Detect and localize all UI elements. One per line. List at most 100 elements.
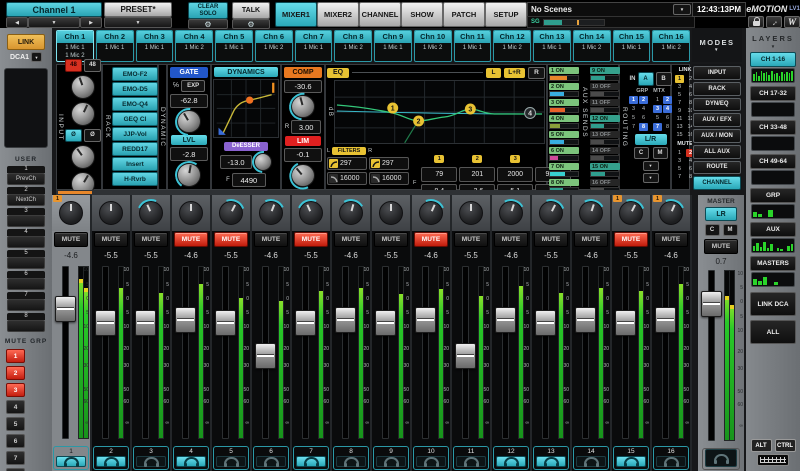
cue-button[interactable] (576, 456, 606, 467)
rack-slot-8[interactable]: H-Rvrb (112, 172, 158, 186)
aux-send-slider[interactable] (590, 75, 620, 81)
fader-track[interactable] (102, 266, 109, 439)
link-pair-5[interactable]: 5 (675, 91, 684, 99)
clock-display[interactable]: 12:43:13PM (692, 2, 746, 17)
master-c-button[interactable]: C (705, 224, 720, 236)
grp-assign-8[interactable]: 8 (639, 123, 648, 131)
channel-tab-9[interactable]: Chn 91 Mic 1 (374, 30, 412, 62)
fader-track[interactable] (502, 266, 509, 439)
mode-channel[interactable]: CHANNEL (693, 176, 741, 190)
aux-send-3[interactable]: 3 ON (549, 99, 579, 113)
mtx-assign-8[interactable]: 8 (663, 123, 672, 131)
mute-button[interactable]: MUTE (494, 232, 528, 247)
channel-tab-3[interactable]: Chn 31 Mic 1 (136, 30, 174, 62)
routing-dropdown-1[interactable]: ▼ (643, 161, 659, 171)
clear-solo-settings-button[interactable]: ⚙ (188, 19, 228, 29)
mute-button[interactable]: MUTE (414, 232, 448, 247)
cue-button[interactable] (496, 456, 526, 467)
mute-assign-3[interactable]: 3 (675, 157, 684, 165)
hpf-left[interactable]: 297 (327, 157, 367, 170)
pan-knob[interactable] (179, 201, 203, 225)
fader-cap[interactable] (295, 310, 316, 336)
link-pair-13[interactable]: 13 (675, 123, 684, 131)
fader-track[interactable] (422, 266, 429, 439)
user-button-3[interactable]: 3 (7, 208, 45, 227)
cue-button[interactable] (256, 456, 286, 467)
mtx-assign-2[interactable]: 2 (663, 96, 672, 104)
mute-group-button-5[interactable]: 5 (6, 417, 25, 431)
gate-threshold-value[interactable]: -62.8 (170, 94, 208, 108)
channel-tab-5[interactable]: Chn 51 Mic 1 (215, 30, 253, 62)
link-pair-9[interactable]: 9 (675, 107, 684, 115)
phase-a-button[interactable]: Ø (65, 129, 82, 142)
deesser-knob[interactable] (254, 153, 272, 171)
cue-button[interactable] (616, 456, 646, 467)
fader-cap[interactable] (655, 307, 676, 333)
pan-knob[interactable] (659, 201, 683, 225)
cue-button[interactable] (336, 456, 366, 467)
mute-group-button-2[interactable]: 2 (6, 366, 25, 380)
channel-next-button[interactable]: ▶ (80, 17, 102, 28)
layer-masters[interactable]: MASTERS (750, 256, 796, 271)
mute-button[interactable]: MUTE (214, 232, 248, 247)
gate-lvl-button[interactable]: LVL (171, 135, 207, 145)
tab-mixer1[interactable]: MIXER1 (275, 2, 317, 27)
aux-send-slider[interactable] (590, 123, 620, 129)
cue-button[interactable] (296, 456, 326, 467)
routing-m-button[interactable]: M (653, 147, 668, 159)
mode-aux-efx[interactable]: AUX / EFX (693, 113, 741, 127)
pan-knob[interactable] (339, 201, 363, 225)
filters-header[interactable]: FILTERS (332, 147, 366, 155)
fader-cap[interactable] (415, 307, 436, 333)
limiter-threshold-value[interactable]: -0.1 (284, 148, 322, 162)
mute-button[interactable]: MUTE (294, 232, 328, 247)
mtx-assign-1[interactable]: 1 (653, 96, 662, 104)
grp-assign-5[interactable]: 5 (629, 114, 638, 122)
user-button-2[interactable]: 2NextCh (7, 187, 45, 206)
clear-solo-button[interactable]: CLEAR SOLO (188, 2, 228, 19)
mtx-assign-5[interactable]: 5 (653, 114, 662, 122)
eq-band-freq-value[interactable]: 79 (421, 167, 457, 182)
aux-send-13[interactable]: 13 OFF (590, 131, 620, 145)
mode-route[interactable]: ROUTE (693, 161, 741, 175)
link-pair-7[interactable]: 7 (675, 99, 684, 107)
eq-graph[interactable]: 1 2 3 4 (334, 80, 545, 144)
aux-send-slider[interactable] (590, 91, 620, 97)
dca-dropdown-icon[interactable]: ▼ (31, 52, 42, 62)
aux-send-6[interactable]: 6 ON (549, 147, 579, 161)
routing-in-a-button[interactable]: A (638, 72, 654, 86)
scene-dropdown-button[interactable]: ▼ (673, 4, 691, 15)
tab-channel[interactable]: CHANNEL (359, 2, 401, 27)
mute-button[interactable]: MUTE (134, 232, 168, 247)
fader-track[interactable] (662, 266, 669, 439)
aux-send-slider[interactable] (549, 155, 579, 161)
hpf-right[interactable]: 297 (369, 157, 409, 170)
deesser-freq-value[interactable]: 4490 (232, 173, 266, 187)
cue-button[interactable] (216, 456, 246, 467)
fader-track[interactable] (222, 266, 229, 439)
rack-slot-5[interactable]: JJP-Vol (112, 127, 158, 141)
aux-send-4[interactable]: 4 ON (549, 115, 579, 129)
rack-slot-3[interactable]: EMO-Q4 (112, 97, 158, 111)
dynamics-graph[interactable] (213, 79, 279, 138)
grp-assign-1[interactable]: 1 (629, 96, 638, 104)
mute-button[interactable]: MUTE (574, 232, 608, 247)
rack-slot-7[interactable]: Insert (112, 157, 158, 171)
grp-assign-3[interactable]: 3 (629, 105, 638, 113)
fader-track[interactable] (182, 266, 189, 439)
mute-button[interactable]: MUTE (454, 232, 488, 247)
pan-knob[interactable] (619, 201, 643, 225)
layer-ch-1-16[interactable]: CH 1-16 (750, 52, 796, 67)
pan-knob[interactable] (379, 201, 403, 225)
input-gain-a-knob[interactable] (71, 75, 95, 99)
channel-selector[interactable]: Channel 1 (6, 2, 102, 17)
cue-button[interactable] (56, 456, 86, 467)
grp-assign-2[interactable]: 2 (639, 96, 648, 104)
input-gain-b-knob[interactable] (71, 102, 95, 126)
mute-group-button-3[interactable]: 3 (6, 383, 25, 397)
aux-send-12[interactable]: 12 ON (590, 115, 620, 129)
mtx-assign-6[interactable]: 6 (663, 114, 672, 122)
link-pair-1[interactable]: 1 (675, 75, 684, 83)
mode-rack[interactable]: RACK (693, 82, 741, 96)
fader-cap[interactable] (135, 310, 156, 336)
